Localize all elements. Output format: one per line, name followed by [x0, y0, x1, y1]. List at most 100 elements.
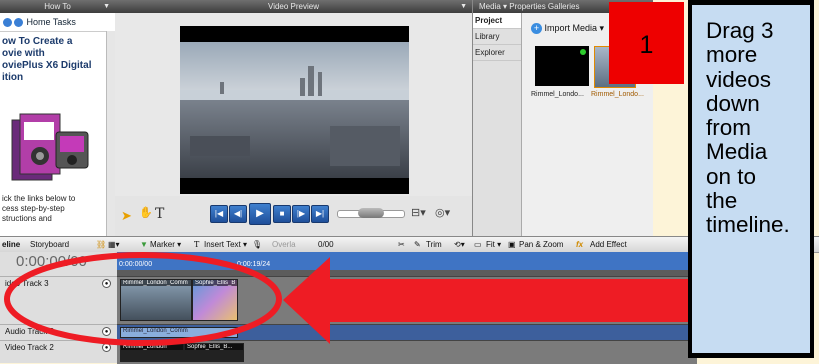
speed-icon[interactable]: ⟲▾: [454, 237, 465, 252]
scrub-slider[interactable]: [337, 208, 405, 218]
timeline-clip[interactable]: Rimmel_London_Comm: [120, 279, 192, 321]
ruler-timecode: 0:00:19/24: [237, 261, 271, 268]
track-name: Video Track 2: [5, 343, 54, 352]
timeline-clip[interactable]: Sophie_Ellis_B: [192, 279, 238, 321]
marker-icon[interactable]: ▼: [140, 237, 148, 252]
audio-clip[interactable]: Rimmel_London_Comm: [120, 327, 238, 338]
link-icon[interactable]: ⛓: [96, 237, 106, 252]
video-frame: [180, 26, 409, 194]
insert-text-icon[interactable]: T: [194, 237, 199, 252]
overlay-label: Overla: [272, 240, 296, 249]
stop-button[interactable]: ■: [273, 205, 291, 223]
howto-heading[interactable]: ow To Create a ovie with oviePlus X6 Dig…: [0, 32, 115, 84]
track-label-video-3[interactable]: ideo Track 3 ●: [0, 276, 117, 290]
city-video-image: [180, 26, 409, 194]
clip-title: Rimmel_London_Comm: [121, 280, 191, 286]
import-media-label: Import Media ▾: [544, 23, 605, 33]
clip-title: Sophie_Ellis_B...: [185, 344, 243, 350]
visibility-icon[interactable]: ●: [102, 343, 111, 352]
clip-title: Rimmel_London: [121, 344, 183, 350]
instruction-line: down: [706, 90, 760, 116]
video-track-3-lane[interactable]: Rimmel_London_Comm Sophie_Ellis_B: [117, 276, 697, 325]
pan-zoom-icon[interactable]: ▣: [508, 237, 516, 252]
sidebar-item-library[interactable]: Library: [473, 29, 521, 45]
preview-title-bar: Video Preview ▼: [115, 0, 472, 13]
microphone-icon[interactable]: 🎙: [252, 237, 262, 252]
sidebar-item-project[interactable]: Project: [473, 13, 521, 29]
howto-heading-line[interactable]: ition: [2, 72, 115, 84]
scrub-slider-handle[interactable]: [358, 208, 384, 218]
preview-title: Video Preview: [268, 2, 319, 11]
instruction-line: Media: [706, 139, 768, 165]
instruction-line: more: [706, 42, 758, 68]
howto-heading-line[interactable]: ow To Create a: [2, 36, 115, 48]
sidebar-item-explorer[interactable]: Explorer: [473, 45, 521, 61]
howto-nav-label[interactable]: Home Tasks: [27, 17, 76, 27]
software-box-image: [11, 113, 89, 181]
video-track-2-lane[interactable]: Rimmel_London Sophie_Ellis_B...: [117, 340, 697, 364]
ripple-icon[interactable]: ▦▾: [108, 237, 120, 252]
media-thumbnail[interactable]: [535, 46, 589, 86]
insert-text-button[interactable]: Insert Text ▾: [204, 237, 247, 252]
trim-icon[interactable]: ✎: [414, 237, 421, 252]
timeline-ruler[interactable]: 0:00:00/00 0:00:19/24: [117, 252, 697, 270]
video-preview-panel: Video Preview ▼ ➤ ✋ T |◀ ◀| ▶ ■ |▶ ▶| ⊟▾…: [115, 0, 473, 236]
forward-icon[interactable]: [14, 18, 23, 28]
snapshot-icon[interactable]: ◎▾: [435, 206, 450, 219]
import-media-button[interactable]: + Import Media ▾: [531, 23, 604, 34]
back-icon[interactable]: [3, 18, 12, 28]
marker-button[interactable]: Marker ▾: [150, 237, 181, 252]
howto-heading-line[interactable]: oviePlus X6 Digital: [2, 60, 115, 72]
timeline-clip[interactable]: Sophie_Ellis_B...: [184, 343, 244, 362]
howto-heading-line[interactable]: ovie with: [2, 48, 115, 60]
status-dot-icon: [580, 49, 586, 55]
instruction-line: the: [706, 188, 738, 214]
view-options-icon[interactable]: ⊟▾: [411, 206, 426, 219]
tab-storyboard[interactable]: Storyboard: [30, 237, 69, 252]
add-effect-button[interactable]: Add Effect: [590, 237, 627, 252]
timecode-display: 0:00:00/00: [16, 253, 87, 270]
track-label-audio-3[interactable]: Audio Track 3 ●: [0, 324, 117, 338]
instruction-line: from: [706, 115, 751, 141]
instruction-line: on to: [706, 163, 757, 189]
instruction-line: Drag 3: [706, 18, 774, 43]
plus-icon: +: [531, 23, 542, 34]
next-frame-button[interactable]: |▶: [292, 205, 310, 223]
fit-button[interactable]: Fit ▾: [486, 237, 501, 252]
trim-button[interactable]: Trim: [426, 237, 442, 252]
clip-title: Sophie_Ellis_B: [193, 280, 237, 286]
hand-icon[interactable]: ✋: [139, 206, 153, 219]
timeline-area[interactable]: 0:00:00/00 0:00:19/24 Rimmel_London_Comm…: [117, 252, 697, 364]
howto-scrollbar[interactable]: [106, 31, 115, 236]
instruction-line: timeline.: [706, 212, 790, 238]
effect-icon[interactable]: fx: [576, 237, 583, 252]
split-icon[interactable]: ✂: [398, 237, 405, 252]
fit-icon[interactable]: ▭: [474, 237, 482, 252]
go-to-end-button[interactable]: ▶|: [311, 205, 329, 223]
track-header-column: 0:00:00/00 ideo Track 3 ● Audio Track 3 …: [0, 252, 118, 363]
howto-body-line: structions and: [2, 214, 52, 223]
instruction-callout: Drag 3 more videos down from Media on to…: [688, 0, 814, 358]
visibility-icon[interactable]: ●: [102, 279, 111, 288]
track-label-video-2[interactable]: Video Track 2 ●: [0, 340, 117, 354]
previous-frame-button[interactable]: ◀|: [229, 205, 247, 223]
panel-menu-icon[interactable]: ▼: [103, 0, 110, 13]
pan-zoom-button[interactable]: Pan & Zoom: [519, 237, 563, 252]
audio-track-3-lane[interactable]: Rimmel_London_Comm: [117, 324, 697, 341]
howto-panel-title-bar: How To ▼: [0, 0, 115, 13]
tab-timeline[interactable]: eline: [2, 237, 20, 252]
go-to-start-button[interactable]: |◀: [210, 205, 228, 223]
track-name: Audio Track 3: [5, 327, 54, 336]
media-thumbnail-label: Rimmel_Londo...: [531, 91, 584, 98]
timeline-clip[interactable]: Rimmel_London: [120, 343, 184, 362]
howto-body-line: ick the links below to: [2, 194, 76, 203]
audio-icon[interactable]: ●: [102, 327, 111, 336]
howto-title: How To: [44, 2, 71, 11]
howto-nav[interactable]: Home Tasks: [0, 13, 115, 32]
play-button[interactable]: ▶: [249, 203, 271, 225]
step-number-badge: 1: [609, 2, 684, 84]
text-tool-icon[interactable]: T: [155, 206, 164, 222]
howto-body-line: cess step-by-step: [2, 204, 65, 213]
panel-menu-icon[interactable]: ▼: [460, 0, 467, 13]
pointer-icon[interactable]: ➤: [121, 208, 133, 223]
